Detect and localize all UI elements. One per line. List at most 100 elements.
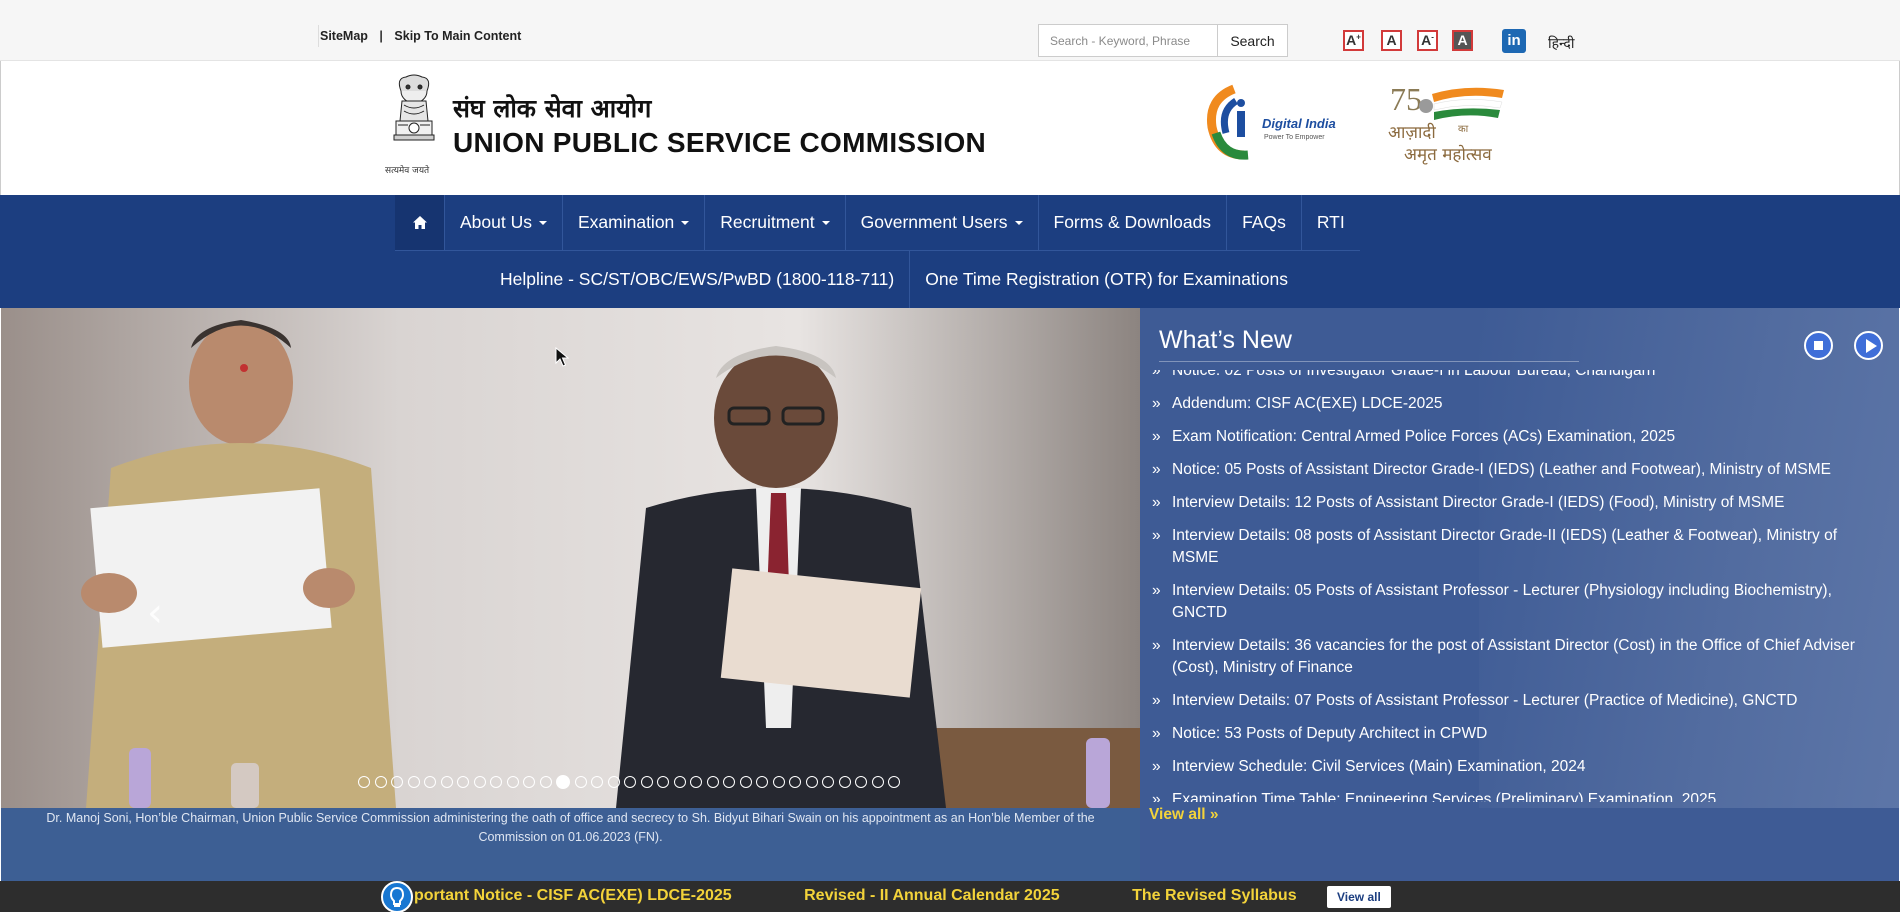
slider-dot[interactable] — [473, 776, 486, 788]
font-increase-sup: + — [1356, 32, 1361, 42]
whats-new-view-all-link[interactable]: View all » — [1149, 806, 1219, 824]
ticker-view-all-button[interactable]: View all — [1327, 886, 1391, 908]
slider-dot[interactable] — [739, 776, 752, 788]
sitemap-link[interactable]: SiteMap — [320, 29, 368, 43]
slider-dot[interactable] — [556, 775, 570, 789]
slider-dot[interactable] — [871, 776, 884, 788]
font-increase-label: A — [1346, 32, 1357, 48]
search-input[interactable] — [1038, 24, 1218, 57]
divider — [318, 25, 319, 47]
nav-item-rti[interactable]: RTI — [1302, 195, 1360, 250]
slider-dot[interactable] — [789, 776, 801, 788]
whats-new-item[interactable]: Notice: 05 Posts of Assistant Director G… — [1152, 459, 1882, 481]
nav-label: Recruitment — [720, 212, 815, 232]
whats-new-item[interactable]: Interview Details: 12 Posts of Assistant… — [1152, 492, 1882, 514]
whats-new-item[interactable]: Interview Schedule: Civil Services (Main… — [1152, 756, 1882, 778]
site-header: सत्यमेव जयते संघ लोक सेवा आयोग UNION PUB… — [0, 61, 1900, 195]
whats-new-item[interactable]: Interview Details: 07 Posts of Assistant… — [1152, 690, 1882, 712]
home-link[interactable] — [395, 195, 445, 250]
nav-item-about-us[interactable]: About Us — [445, 195, 563, 250]
whats-new-item[interactable]: Interview Details: 08 posts of Assistant… — [1152, 525, 1882, 569]
site-title-english[interactable]: UNION PUBLIC SERVICE COMMISSION — [453, 127, 986, 159]
nav-item-recruitment[interactable]: Recruitment — [705, 195, 846, 250]
nav-label: Forms & Downloads — [1053, 212, 1212, 232]
whats-new-item[interactable]: Addendum: CISF AC(EXE) LDCE-2025 — [1152, 393, 1882, 415]
top-utility-bar: SiteMap | Skip To Main Content Search A+… — [0, 0, 1900, 61]
azadi-text-2: का — [1458, 124, 1469, 135]
slider-dot[interactable] — [358, 776, 370, 788]
national-emblem-icon[interactable] — [384, 73, 444, 173]
hindi-language-link[interactable]: हिन्दी — [1548, 34, 1574, 53]
font-decrease-sup: - — [1431, 32, 1434, 42]
whats-new-item[interactable]: Notice: 53 Posts of Deputy Architect in … — [1152, 723, 1882, 745]
slider-dot[interactable] — [772, 776, 785, 788]
slider-dot[interactable] — [855, 776, 867, 788]
whats-new-item[interactable]: Notice: 02 Posts of Investigator Grade-I… — [1152, 370, 1882, 382]
slider-dot[interactable] — [457, 776, 469, 788]
digital-india-tagline: Power To Empower — [1264, 134, 1325, 141]
nav-label: FAQs — [1242, 212, 1286, 232]
high-contrast-button[interactable]: A — [1452, 30, 1473, 51]
digital-india-text: Digital India — [1262, 116, 1336, 131]
slider-dot[interactable] — [424, 776, 436, 788]
whats-new-item[interactable]: Interview Details: 05 Posts of Assistant… — [1152, 580, 1882, 624]
digital-india-logo[interactable]: Digital India Power To Empower — [1206, 81, 1346, 161]
nav-label: Helpline - SC/ST/OBC/EWS/PwBD (1800-118-… — [500, 269, 895, 289]
ticker-item[interactable]: The Revised Syllabus — [1132, 887, 1297, 904]
font-increase-button[interactable]: A+ — [1343, 30, 1364, 51]
lightbulb-icon — [381, 881, 413, 912]
slider-prev-arrow-icon[interactable]: ‹ — [147, 590, 163, 636]
slider-dot[interactable] — [506, 776, 519, 788]
slider-dot[interactable] — [706, 776, 719, 788]
ticker-item[interactable]: Revised - II Annual Calendar 2025 — [804, 887, 1060, 904]
slider-pagination — [358, 775, 900, 789]
font-normal-button[interactable]: A — [1381, 30, 1402, 51]
nav-item-otr[interactable]: One Time Registration (OTR) for Examinat… — [910, 251, 1303, 308]
whats-new-item[interactable]: Examination Time Table: Engineering Serv… — [1152, 789, 1882, 802]
slider-dot[interactable] — [407, 776, 420, 788]
linkedin-icon[interactable]: in — [1502, 29, 1526, 53]
slider-dot[interactable] — [591, 776, 603, 788]
emblem-caption: सत्यमेव जयते — [385, 166, 430, 176]
nav-item-helpline[interactable]: Helpline - SC/ST/OBC/EWS/PwBD (1800-118-… — [485, 251, 911, 308]
nav-item-faqs[interactable]: FAQs — [1227, 195, 1302, 250]
news-ticker: portant Notice - CISF AC(EXE) LDCE-2025 … — [0, 881, 1900, 912]
stop-icon[interactable] — [1804, 331, 1833, 360]
slider-dot[interactable] — [723, 776, 735, 788]
slider-dot[interactable] — [756, 776, 768, 788]
ticker-track: portant Notice - CISF AC(EXE) LDCE-2025 … — [414, 887, 1326, 905]
whats-new-title: What’s New — [1159, 326, 1292, 354]
slider-dot[interactable] — [523, 776, 535, 788]
site-title-hindi[interactable]: संघ लोक सेवा आयोग — [453, 91, 651, 125]
azadi-ka-amrit-mahotsav-logo[interactable]: 75 आज़ादी का अमृत महोत्सव — [1386, 80, 1511, 170]
slider-dot[interactable] — [822, 776, 834, 788]
slider-dot[interactable] — [574, 776, 587, 788]
slider-dot[interactable] — [673, 776, 686, 788]
slider-dot[interactable] — [374, 776, 387, 788]
nav-item-forms-downloads[interactable]: Forms & Downloads — [1039, 195, 1228, 250]
slider-dot[interactable] — [490, 776, 502, 788]
slider-dot[interactable] — [805, 776, 818, 788]
nav-item-examination[interactable]: Examination — [563, 195, 706, 250]
play-icon[interactable] — [1854, 331, 1883, 360]
whats-new-item[interactable]: Exam Notification: Central Armed Police … — [1152, 426, 1882, 448]
slider-dot[interactable] — [391, 776, 403, 788]
ticker-item[interactable]: portant Notice - CISF AC(EXE) LDCE-2025 — [414, 887, 732, 904]
slider-dot[interactable] — [690, 776, 702, 788]
font-decrease-button[interactable]: A- — [1417, 30, 1438, 51]
skip-to-main-link[interactable]: Skip To Main Content — [394, 29, 521, 43]
slider-dot[interactable] — [888, 776, 900, 788]
slider-dot[interactable] — [640, 776, 653, 788]
slider-dot[interactable] — [657, 776, 669, 788]
slider-dot[interactable] — [539, 776, 552, 788]
photo-slider[interactable]: ‹ — [1, 308, 1140, 808]
slider-photo — [1, 308, 1140, 808]
slider-dot[interactable] — [838, 776, 851, 788]
slider-dot[interactable] — [624, 776, 636, 788]
whats-new-item[interactable]: Interview Details: 36 vacancies for the … — [1152, 635, 1882, 679]
slider-dot[interactable] — [440, 776, 453, 788]
slider-dot[interactable] — [607, 776, 620, 788]
contrast-label: A — [1457, 32, 1468, 48]
search-button[interactable]: Search — [1217, 24, 1288, 57]
nav-item-government-users[interactable]: Government Users — [846, 195, 1039, 250]
